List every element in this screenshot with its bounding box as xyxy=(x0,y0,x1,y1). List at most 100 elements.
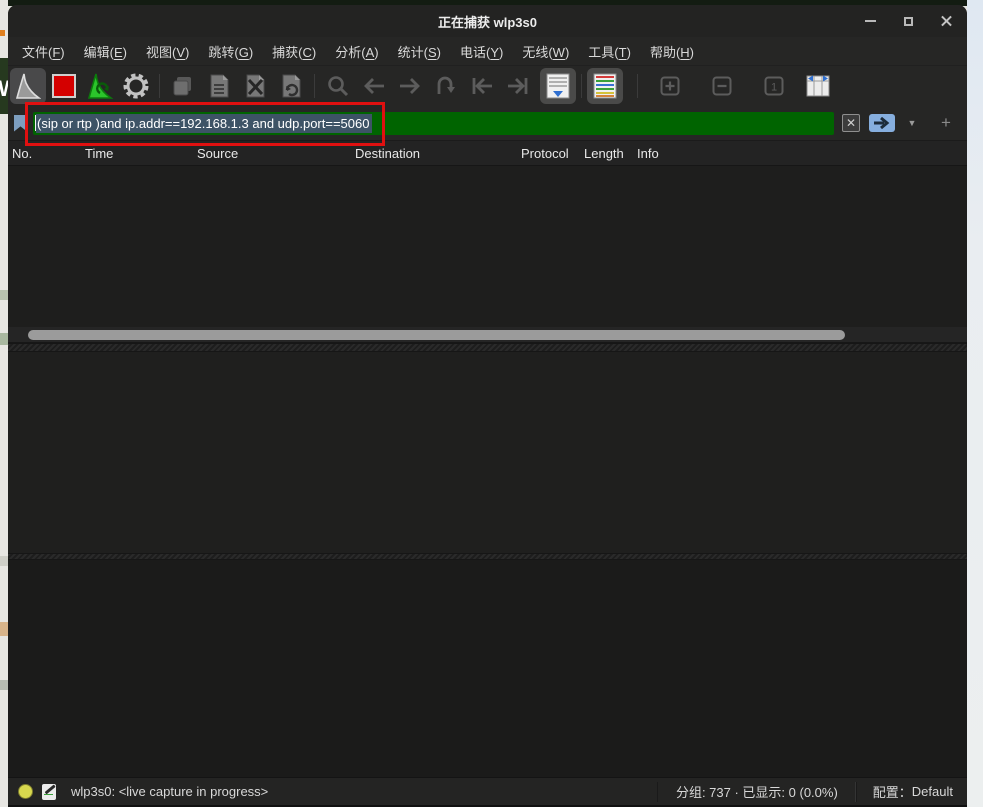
menu-analyze[interactable]: 分析(A) xyxy=(335,42,378,61)
filter-value: (sip or rtp )and ip.addr==192.168.1.3 an… xyxy=(36,114,372,133)
menu-help[interactable]: 帮助(H) xyxy=(650,42,694,61)
arrow-first-icon xyxy=(470,76,494,96)
reload-file-button[interactable] xyxy=(273,68,309,104)
profile-label: 配置： xyxy=(873,782,912,801)
go-to-packet-button[interactable] xyxy=(428,68,464,104)
resize-columns-icon xyxy=(805,74,831,98)
menu-view[interactable]: 视图(V) xyxy=(146,42,189,61)
window-controls xyxy=(859,5,957,37)
window-title: 正在捕获 wlp3s0 xyxy=(8,12,967,31)
colorize-toggle[interactable] xyxy=(587,68,623,104)
status-left-section: wlp3s0: <live capture in progress> xyxy=(8,784,657,800)
packet-bytes-pane[interactable] xyxy=(8,560,967,777)
profile-value: Default xyxy=(912,784,953,799)
clear-icon: ✕ xyxy=(846,116,856,130)
arrow-left-icon xyxy=(362,76,386,96)
go-back-button[interactable] xyxy=(356,68,392,104)
pane-splitter[interactable] xyxy=(8,343,967,352)
zoom-in-button[interactable] xyxy=(652,68,688,104)
colorize-icon xyxy=(592,72,618,100)
close-icon xyxy=(940,15,953,28)
desktop-background-right xyxy=(967,0,983,807)
u-turn-arrow-icon xyxy=(435,75,457,97)
desktop-fragment xyxy=(0,333,8,345)
auto-scroll-toggle[interactable] xyxy=(540,68,576,104)
pane-splitter[interactable] xyxy=(8,553,967,560)
desktop-background-left: W xyxy=(0,0,8,807)
packet-details-pane[interactable] xyxy=(8,352,967,553)
gear-icon xyxy=(122,72,150,100)
packet-stats-text: 分组: 737 · 已显示: 0 (0.0%) xyxy=(657,782,856,802)
main-toolbar: 1 xyxy=(8,66,967,106)
save-file-button[interactable] xyxy=(201,68,237,104)
chevron-down-icon: ▼ xyxy=(908,118,917,128)
svg-text:1: 1 xyxy=(771,82,777,94)
column-no[interactable]: No. xyxy=(12,146,85,161)
column-source[interactable]: Source xyxy=(197,146,355,161)
minimize-button[interactable] xyxy=(859,10,881,32)
column-info[interactable]: Info xyxy=(637,146,967,161)
open-file-icon xyxy=(171,74,195,98)
zoom-in-icon xyxy=(660,76,680,96)
menu-wireless[interactable]: 无线(W) xyxy=(522,42,569,61)
arrow-right-icon xyxy=(398,76,422,96)
toolbar-separator xyxy=(637,74,638,98)
column-destination[interactable]: Destination xyxy=(355,146,521,161)
filter-dropdown-button[interactable]: ▼ xyxy=(905,114,919,132)
resize-columns-button[interactable] xyxy=(800,68,836,104)
scrollbar-thumb[interactable] xyxy=(28,330,845,340)
stop-icon xyxy=(51,73,77,99)
capture-options-button[interactable] xyxy=(118,68,154,104)
packet-list-pane[interactable] xyxy=(8,166,967,327)
restart-fin-icon xyxy=(87,72,113,100)
start-capture-button[interactable] xyxy=(10,68,46,104)
restart-capture-button[interactable] xyxy=(82,68,118,104)
packet-list-header: No. Time Source Destination Protocol Len… xyxy=(8,140,967,166)
add-filter-button[interactable]: + xyxy=(937,114,955,132)
plus-icon: + xyxy=(941,113,951,133)
stop-capture-button[interactable] xyxy=(46,68,82,104)
zoom-out-button[interactable] xyxy=(704,68,740,104)
toolbar-separator xyxy=(581,74,582,98)
go-forward-button[interactable] xyxy=(392,68,428,104)
close-file-button[interactable] xyxy=(237,68,273,104)
maximize-button[interactable] xyxy=(897,10,919,32)
expert-info-icon[interactable] xyxy=(18,784,33,799)
arrow-last-icon xyxy=(506,76,530,96)
menu-telephony[interactable]: 电话(Y) xyxy=(460,42,503,61)
column-length[interactable]: Length xyxy=(584,146,637,161)
filter-bookmark-icon[interactable] xyxy=(14,115,27,132)
title-bar[interactable]: 正在捕获 wlp3s0 xyxy=(8,5,967,37)
profile-selector[interactable]: 配置： Default xyxy=(856,782,967,802)
menu-go[interactable]: 跳转(G) xyxy=(208,42,253,61)
menu-capture[interactable]: 捕获(C) xyxy=(272,42,316,61)
desktop-fragment xyxy=(0,30,5,36)
menu-tools[interactable]: 工具(T) xyxy=(588,42,631,61)
zoom-original-button[interactable]: 1 xyxy=(756,68,792,104)
desktop-fragment: W xyxy=(0,76,8,102)
column-protocol[interactable]: Protocol xyxy=(521,146,584,161)
filter-bar: (sip or rtp )and ip.addr==192.168.1.3 an… xyxy=(8,106,967,140)
wireshark-fin-icon xyxy=(15,72,41,100)
desktop-fragment xyxy=(0,556,8,566)
column-time[interactable]: Time xyxy=(85,146,197,161)
go-first-packet-button[interactable] xyxy=(464,68,500,104)
menu-statistics[interactable]: 统计(S) xyxy=(398,42,441,61)
reload-file-icon xyxy=(279,73,303,99)
status-bar: wlp3s0: <live capture in progress> 分组: 7… xyxy=(8,777,967,805)
close-button[interactable] xyxy=(935,10,957,32)
search-icon xyxy=(326,74,350,98)
apply-filter-button[interactable] xyxy=(869,114,895,132)
capture-status-text: wlp3s0: <live capture in progress> xyxy=(71,784,268,799)
clear-filter-button[interactable]: ✕ xyxy=(842,114,860,132)
menu-file[interactable]: 文件(F) xyxy=(22,42,65,61)
go-last-packet-button[interactable] xyxy=(500,68,536,104)
menu-edit[interactable]: 编辑(E) xyxy=(84,42,127,61)
find-packet-button[interactable] xyxy=(320,68,356,104)
display-filter-input[interactable]: (sip or rtp )and ip.addr==192.168.1.3 an… xyxy=(33,112,834,135)
capture-comment-icon[interactable] xyxy=(42,784,56,800)
apply-arrow-icon xyxy=(873,117,891,129)
open-file-button[interactable] xyxy=(165,68,201,104)
zoom-out-icon xyxy=(712,76,732,96)
desktop-fragment xyxy=(0,290,8,300)
